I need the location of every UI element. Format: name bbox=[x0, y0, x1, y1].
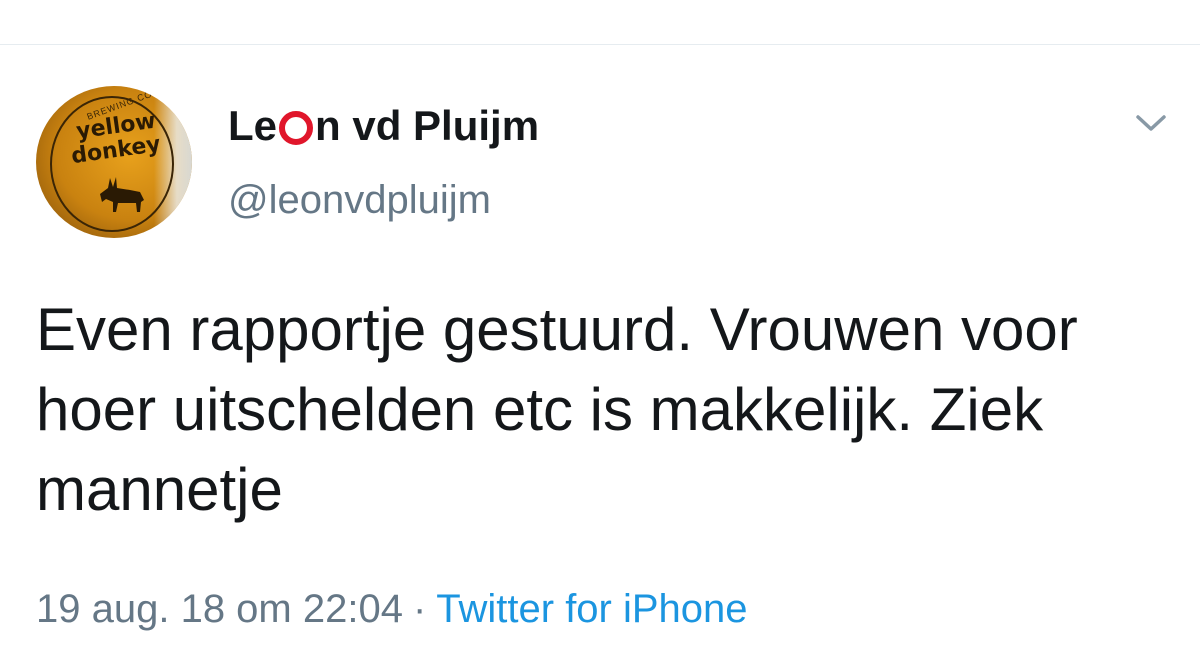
user-handle[interactable]: @leonvdpluijm bbox=[228, 176, 491, 224]
red-ring-icon bbox=[278, 108, 314, 145]
tweet-timestamp[interactable]: 19 aug. 18 om 22:04 bbox=[36, 587, 403, 631]
meta-separator: · bbox=[412, 587, 427, 631]
chevron-down-icon[interactable] bbox=[1134, 110, 1168, 136]
display-name-part-1: Le bbox=[228, 102, 278, 149]
display-name-part-2: n vd Pluijm bbox=[315, 102, 540, 149]
donkey-icon bbox=[100, 177, 144, 212]
tweet-meta: 19 aug. 18 om 22:04 · Twitter for iPhone bbox=[36, 584, 748, 634]
top-divider bbox=[0, 44, 1200, 45]
tweet-source-link[interactable]: Twitter for iPhone bbox=[436, 587, 747, 631]
tweet-text: Even rapportje gestuurd. Vrouwen voor ho… bbox=[36, 296, 1078, 523]
display-name[interactable]: Le n vd Pluijm bbox=[228, 102, 539, 150]
avatar[interactable]: BREWING COMPANY yellow donkey bbox=[36, 86, 192, 238]
